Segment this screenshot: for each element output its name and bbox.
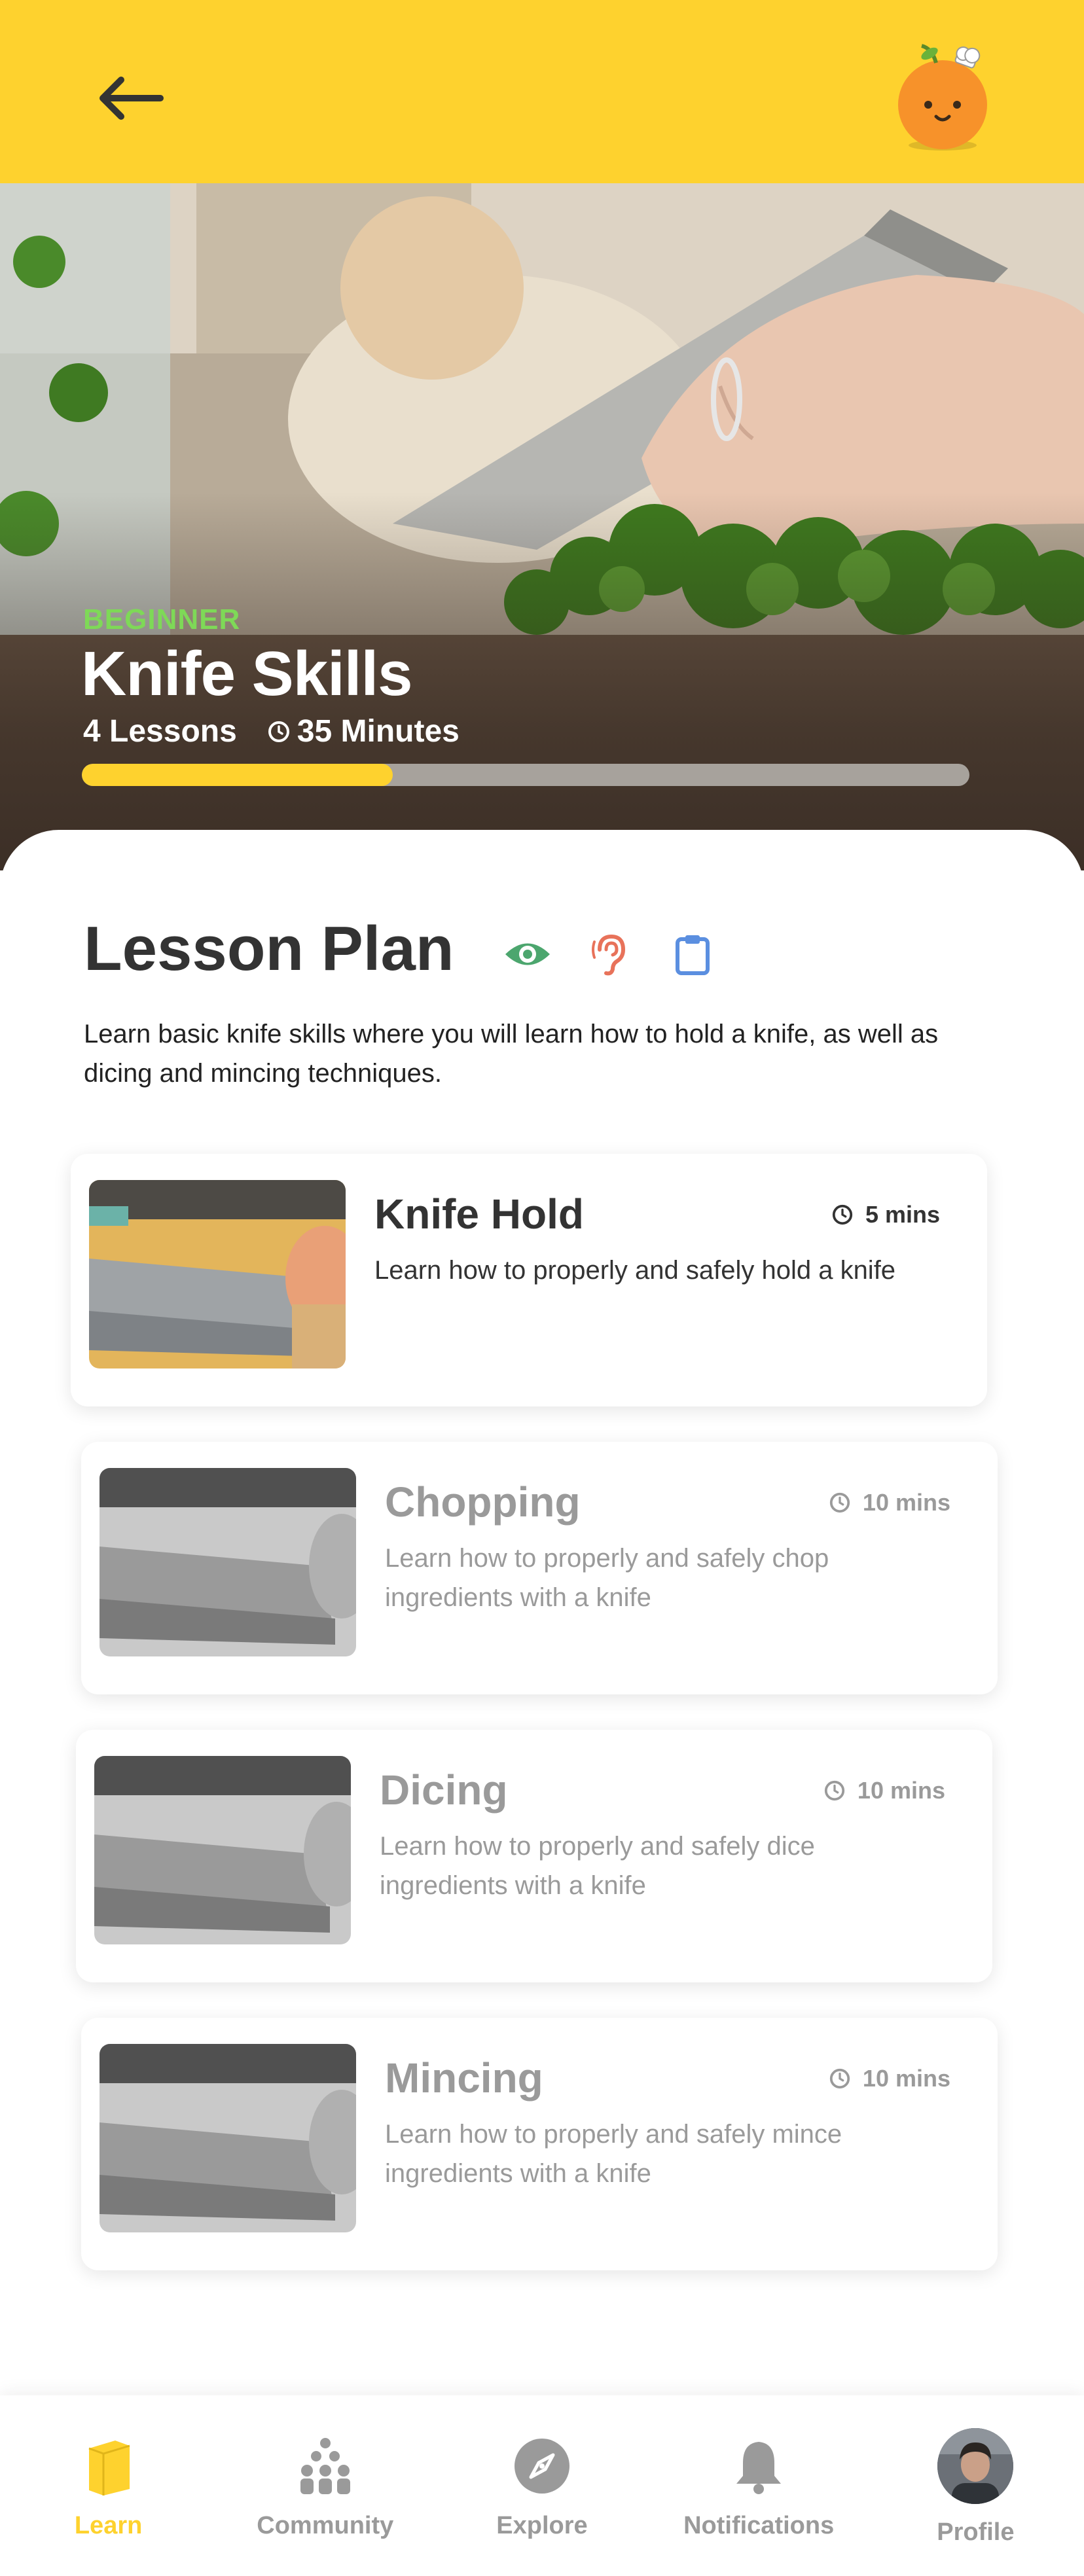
book-icon	[77, 2435, 140, 2497]
lesson-description: Learn how to properly and safely dice in…	[380, 1832, 815, 1900]
nav-label: Notifications	[683, 2512, 835, 2539]
back-button[interactable]	[85, 62, 177, 134]
lesson-thumbnail	[99, 1468, 356, 1656]
ear-icon[interactable]	[585, 933, 635, 976]
clipboard-icon[interactable]	[668, 933, 717, 976]
nav-label: Community	[257, 2512, 394, 2539]
lesson-count: 4 Lessons	[83, 714, 237, 749]
lesson-card-knife-hold[interactable]: Knife Hold Learn how to properly and saf…	[71, 1154, 987, 1406]
nav-item-learn[interactable]: Learn	[10, 2395, 207, 2576]
clock-icon	[829, 2068, 850, 2089]
lesson-description: Learn how to properly and safely mince i…	[385, 2120, 842, 2188]
lesson-title: Dicing	[380, 1766, 508, 1814]
lesson-title: Mincing	[385, 2054, 543, 2102]
app-header	[0, 0, 1084, 183]
nav-item-notifications[interactable]: Notifications	[660, 2395, 857, 2576]
lesson-duration: 10 mins	[829, 2065, 950, 2092]
clock-icon	[832, 1204, 853, 1225]
course-duration: 35 Minutes	[297, 714, 460, 749]
nav-label: Learn	[74, 2512, 143, 2539]
course-meta: 4 Lessons 35 Minutes	[83, 713, 460, 749]
eye-icon[interactable]	[503, 933, 552, 976]
nav-label: Profile	[937, 2518, 1015, 2546]
nav-item-explore[interactable]: Explore	[444, 2395, 640, 2576]
clock-icon	[824, 1780, 845, 1801]
lesson-card-dicing[interactable]: Dicing Learn how to properly and safely …	[76, 1730, 992, 1982]
nav-label: Explore	[496, 2512, 588, 2539]
lesson-duration-text: 5 mins	[865, 1201, 940, 1228]
clock-icon	[268, 721, 289, 742]
lesson-duration-text: 10 mins	[862, 1489, 950, 1516]
lesson-duration: 10 mins	[829, 1489, 950, 1516]
people-icon	[294, 2435, 357, 2497]
orange-chef-mascot-icon[interactable]	[890, 39, 995, 154]
course-level: BEGINNER	[83, 603, 241, 635]
lesson-card-chopping[interactable]: Chopping Learn how to properly and safel…	[81, 1442, 998, 1694]
compass-icon	[511, 2435, 573, 2497]
lesson-plan-icons	[503, 933, 717, 976]
lesson-duration-text: 10 mins	[862, 2065, 950, 2092]
avatar	[937, 2428, 1014, 2504]
course-progress-fill	[82, 764, 393, 786]
lesson-title: Chopping	[385, 1478, 581, 1526]
course-title: Knife Skills	[81, 639, 412, 709]
arrow-left-icon	[99, 77, 164, 120]
lesson-plan-description: Learn basic knife skills where you will …	[84, 1020, 939, 1088]
lesson-duration: 5 mins	[831, 1201, 940, 1228]
nav-item-community[interactable]: Community	[227, 2395, 424, 2576]
lesson-description: Learn how to properly and safely chop in…	[385, 1544, 829, 1612]
lesson-thumbnail	[94, 1756, 351, 1944]
lesson-title: Knife Hold	[374, 1190, 584, 1238]
lesson-duration: 10 mins	[823, 1777, 945, 1804]
lesson-card-mincing[interactable]: Mincing Learn how to properly and safely…	[81, 2018, 998, 2270]
lesson-thumbnail	[99, 2044, 356, 2232]
course-progress-bar	[82, 764, 969, 786]
bottom-navigation: Learn Community Explore Notifications Pr…	[0, 2395, 1084, 2576]
clock-icon	[829, 1492, 850, 1513]
lesson-thumbnail	[89, 1180, 346, 1368]
lesson-duration-text: 10 mins	[857, 1777, 945, 1804]
lesson-description: Learn how to properly and safely hold a …	[374, 1256, 896, 1285]
lesson-plan-title: Lesson Plan	[84, 914, 454, 984]
bell-icon	[727, 2435, 790, 2497]
nav-item-profile[interactable]: Profile	[877, 2395, 1074, 2576]
